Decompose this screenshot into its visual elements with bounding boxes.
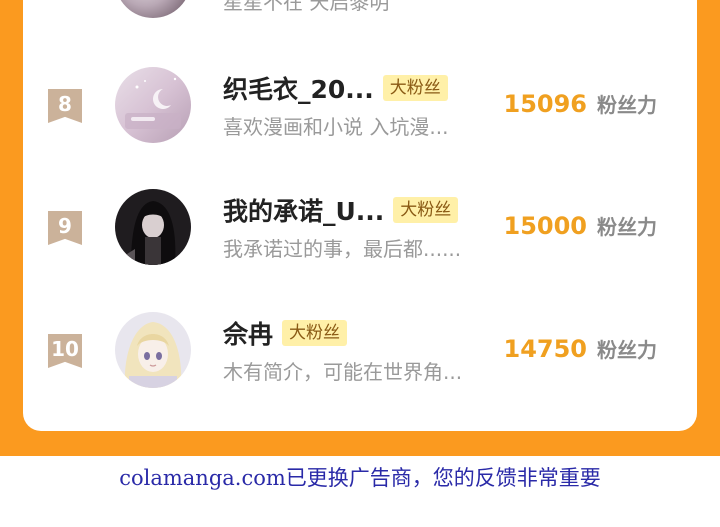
fan-level-badge: 大粉丝	[382, 75, 448, 101]
fan-name[interactable]: 佘冉	[223, 315, 273, 351]
fan-score: 15000 粉丝力	[504, 211, 658, 240]
fan-bio: 木有简介，可能在世界角...	[223, 360, 463, 384]
ranking-card: 星星不在 天启黎明 8 织毛衣_20... 大粉丝 喜欢漫画和小说 入坑漫...…	[23, 0, 697, 431]
score-unit: 粉丝力	[597, 215, 657, 239]
score-value: 15096	[503, 90, 588, 118]
fan-score: 14750 粉丝力	[504, 334, 658, 363]
list-item[interactable]: 9 我的承诺_U... 大粉丝 我承诺过的事，最后都...... 15000 粉…	[23, 189, 697, 289]
name-line: 织毛衣_20... 大粉丝	[223, 70, 448, 106]
rank-badge: 10	[48, 334, 82, 368]
score-unit: 粉丝力	[597, 93, 657, 117]
score-unit: 粉丝力	[597, 338, 657, 362]
list-item[interactable]: 10 佘冉 大粉丝 木有简介，可能在世界角... 14750 粉丝力	[23, 312, 697, 412]
previous-fan-row[interactable]: 星星不在 天启黎明	[23, 0, 697, 20]
fan-name[interactable]: 织毛衣_20...	[223, 70, 374, 106]
fan-ranking-screen: 星星不在 天启黎明 8 织毛衣_20... 大粉丝 喜欢漫画和小说 入坑漫...…	[0, 0, 720, 527]
avatar-dark-hair-girl-icon[interactable]	[115, 189, 191, 265]
score-value: 14750	[503, 335, 588, 363]
avatar-pink-moon-icon[interactable]	[115, 67, 191, 143]
fan-bio: 我承诺过的事，最后都......	[223, 237, 462, 261]
rank-badge: 8	[48, 89, 82, 123]
name-line: 佘冉 大粉丝	[223, 315, 348, 351]
footer: colamanga.com已更换广告商，您的反馈非常重要	[0, 456, 720, 527]
ad-notice-link[interactable]: colamanga.com已更换广告商，您的反馈非常重要	[0, 462, 720, 492]
score-value: 15000	[503, 212, 588, 240]
fan-score: 15096 粉丝力	[504, 89, 658, 118]
fan-level-badge: 大粉丝	[282, 320, 348, 346]
name-line: 我的承诺_U... 大粉丝	[223, 192, 459, 228]
rank-badge: 9	[48, 211, 82, 245]
fan-name[interactable]: 我的承诺_U...	[223, 192, 384, 228]
avatar-anime-blonde-girl-icon[interactable]	[115, 312, 191, 388]
avatar[interactable]	[115, 0, 191, 18]
fan-bio: 喜欢漫画和小说 入坑漫...	[223, 115, 449, 139]
list-item[interactable]: 8 织毛衣_20... 大粉丝 喜欢漫画和小说 入坑漫... 15096 粉丝力	[23, 67, 697, 167]
fan-bio: 星星不在 天启黎明	[223, 0, 390, 14]
fan-level-badge: 大粉丝	[393, 197, 459, 223]
